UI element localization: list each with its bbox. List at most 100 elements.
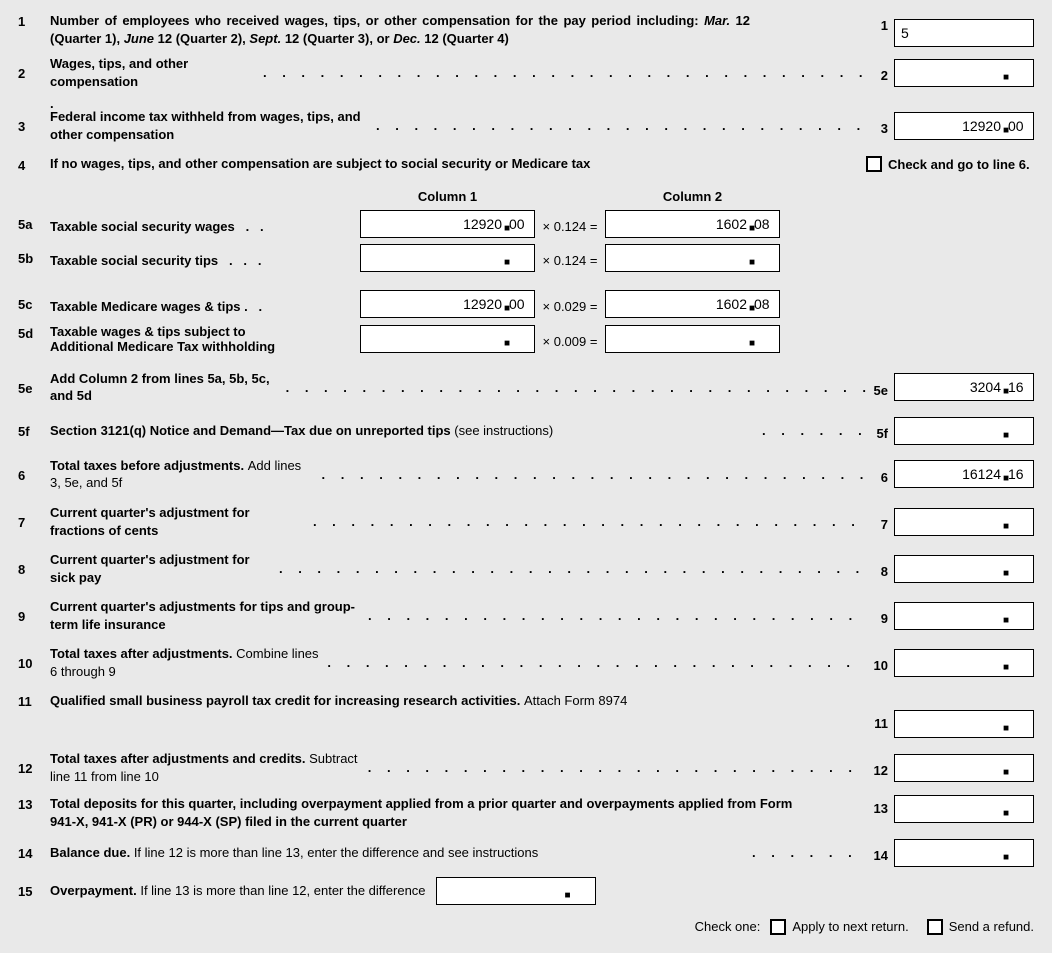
line-number: 5a bbox=[18, 215, 50, 232]
line-number: 5b bbox=[18, 249, 50, 266]
line13-value[interactable]: ■ bbox=[894, 795, 1034, 823]
line-number: 2 bbox=[18, 64, 50, 81]
line5a-col1[interactable]: 12920■00 bbox=[360, 210, 535, 238]
line11-value[interactable]: ■ bbox=[894, 710, 1034, 738]
line2-value[interactable]: ■ bbox=[894, 59, 1034, 87]
line-text: Overpayment. If line 13 is more than lin… bbox=[50, 882, 426, 900]
line-text: Number of employees who received wages, … bbox=[50, 12, 750, 47]
line-9: 9 Current quarter's adjustments for tips… bbox=[18, 598, 1034, 633]
line-text: Current quarter's adjustments for tips a… bbox=[50, 598, 362, 633]
line-right-number: 12 bbox=[866, 757, 894, 778]
line-text: Total deposits for this quarter, includi… bbox=[50, 795, 810, 830]
line-text: Qualified small business payroll tax cre… bbox=[50, 692, 810, 710]
line-right-number: 8 bbox=[866, 558, 894, 579]
line-number: 15 bbox=[18, 882, 50, 899]
send-refund-checkbox[interactable] bbox=[927, 919, 943, 935]
multiplier: × 0.124 = bbox=[535, 213, 605, 234]
line-number: 5d bbox=[18, 324, 50, 341]
line5f-value[interactable]: ■ bbox=[894, 417, 1034, 445]
line-7: 7 Current quarter's adjustment for fract… bbox=[18, 504, 1034, 539]
line5c-col2[interactable]: 1602■08 bbox=[605, 290, 780, 318]
line-number: 8 bbox=[18, 560, 50, 577]
line-right-number: 5e bbox=[866, 377, 894, 398]
line-text: Taxable social security tips . . . bbox=[50, 247, 360, 268]
line-right-number: 3 bbox=[866, 115, 894, 136]
column1-header: Column 1 bbox=[360, 189, 535, 204]
line-number: 5f bbox=[18, 422, 50, 439]
leader-dots: . . . . . . . . . . . . . . . . . . . . … bbox=[746, 845, 866, 860]
line4-checkbox-wrap: Check and go to line 6. bbox=[866, 156, 1034, 172]
line-right-number: 10 bbox=[866, 652, 894, 673]
line4-checkbox[interactable] bbox=[866, 156, 882, 172]
line5b-col2[interactable]: ■ bbox=[605, 244, 780, 272]
line-number: 3 bbox=[18, 117, 50, 134]
line-5e: 5e Add Column 2 from lines 5a, 5b, 5c, a… bbox=[18, 370, 1034, 405]
line8-value[interactable]: ■ bbox=[894, 555, 1034, 583]
line5d-col1[interactable]: ■ bbox=[360, 325, 535, 353]
line-text: Taxable Medicare wages & tips . . bbox=[50, 293, 360, 314]
line-text: If no wages, tips, and other compensatio… bbox=[50, 155, 750, 173]
line-text: Wages, tips, and other compensation bbox=[50, 55, 257, 90]
line-text: Add Column 2 from lines 5a, 5b, 5c, and … bbox=[50, 370, 280, 405]
line5e-value[interactable]: 3204■16 bbox=[894, 373, 1034, 401]
line-text: Section 3121(q) Notice and Demand—Tax du… bbox=[50, 422, 756, 440]
leader-dots: . . . . . . . . . . . . . . . . . . . . … bbox=[273, 561, 866, 576]
apply-next-return-checkbox[interactable] bbox=[770, 919, 786, 935]
line14-value[interactable]: ■ bbox=[894, 839, 1034, 867]
line-number: 9 bbox=[18, 607, 50, 624]
leader-dots: . . . . . . . . . . . . . . . . . . . . … bbox=[756, 423, 866, 438]
line-4: 4 If no wages, tips, and other compensat… bbox=[18, 155, 1034, 173]
line-text: Taxable wages & tips subject toAdditiona… bbox=[50, 324, 360, 354]
line-right-number: 11 bbox=[866, 692, 894, 731]
line-14: 14 Balance due. If line 12 is more than … bbox=[18, 839, 1034, 867]
column2-header: Column 2 bbox=[605, 189, 780, 204]
line-number: 11 bbox=[18, 692, 50, 709]
line-5a: 5a Taxable social security wages . . 129… bbox=[18, 210, 1034, 238]
line5c-col1[interactable]: 12920■00 bbox=[360, 290, 535, 318]
line-right-number: 14 bbox=[866, 842, 894, 863]
line6-value[interactable]: 16124■16 bbox=[894, 460, 1034, 488]
line5d-col2[interactable]: ■ bbox=[605, 325, 780, 353]
line-number: 1 bbox=[18, 12, 50, 29]
line-8: 8 Current quarter's adjustment for sick … bbox=[18, 551, 1034, 586]
footer-check-one: Check one: Apply to next return. Send a … bbox=[18, 919, 1034, 935]
line-text: Total taxes after adjustments. Combine l… bbox=[50, 645, 321, 680]
leader-dots: . . . . . . . . . . . . . . . . . . . . … bbox=[370, 118, 866, 133]
line-1: 1 Number of employees who received wages… bbox=[18, 12, 1034, 47]
line-right-number: 6 bbox=[866, 464, 894, 485]
send-refund-option: Send a refund. bbox=[927, 919, 1034, 935]
line10-value[interactable]: ■ bbox=[894, 649, 1034, 677]
leader-dots: . . . . . . . . . . . . . . . . . . . . … bbox=[307, 514, 866, 529]
line1-value[interactable]: 5 bbox=[894, 19, 1034, 47]
line-5b: 5b Taxable social security tips . . . ■ … bbox=[18, 244, 1034, 272]
line4-checkbox-label: Check and go to line 6. bbox=[888, 157, 1030, 172]
apply-next-return-option: Apply to next return. bbox=[770, 919, 908, 935]
line-right-number: 7 bbox=[866, 511, 894, 532]
line-number: 7 bbox=[18, 513, 50, 530]
line-number: 12 bbox=[18, 759, 50, 776]
line9-value[interactable]: ■ bbox=[894, 602, 1034, 630]
line-15: 15 Overpayment. If line 13 is more than … bbox=[18, 877, 1034, 905]
line12-value[interactable]: ■ bbox=[894, 754, 1034, 782]
line15-value[interactable]: ■ bbox=[436, 877, 596, 905]
line-6: 6 Total taxes before adjustments. Add li… bbox=[18, 457, 1034, 492]
line3-value[interactable]: 12920■00 bbox=[894, 112, 1034, 140]
column-headers: Column 1 Column 2 bbox=[18, 189, 1034, 204]
line-text: Taxable social security wages . . bbox=[50, 213, 360, 234]
line-text: Total taxes before adjustments. Add line… bbox=[50, 457, 316, 492]
line-text: Current quarter's adjustment for fractio… bbox=[50, 504, 307, 539]
line-12: 12 Total taxes after adjustments and cre… bbox=[18, 750, 1034, 785]
line-10: 10 Total taxes after adjustments. Combin… bbox=[18, 645, 1034, 680]
line5b-col1[interactable]: ■ bbox=[360, 244, 535, 272]
line-text: Current quarter's adjustment for sick pa… bbox=[50, 551, 273, 586]
line-number: 4 bbox=[18, 156, 50, 173]
line-text: Total taxes after adjustments and credit… bbox=[50, 750, 362, 785]
line-number: 10 bbox=[18, 654, 50, 671]
line-right-number: 1 bbox=[866, 12, 894, 33]
line7-value[interactable]: ■ bbox=[894, 508, 1034, 536]
line-number: 5c bbox=[18, 295, 50, 312]
line-right-number: 2 bbox=[866, 62, 894, 83]
line-right-number: 13 bbox=[866, 795, 894, 816]
line5a-col2[interactable]: 1602■08 bbox=[605, 210, 780, 238]
line-11: 11 Qualified small business payroll tax … bbox=[18, 692, 1034, 738]
